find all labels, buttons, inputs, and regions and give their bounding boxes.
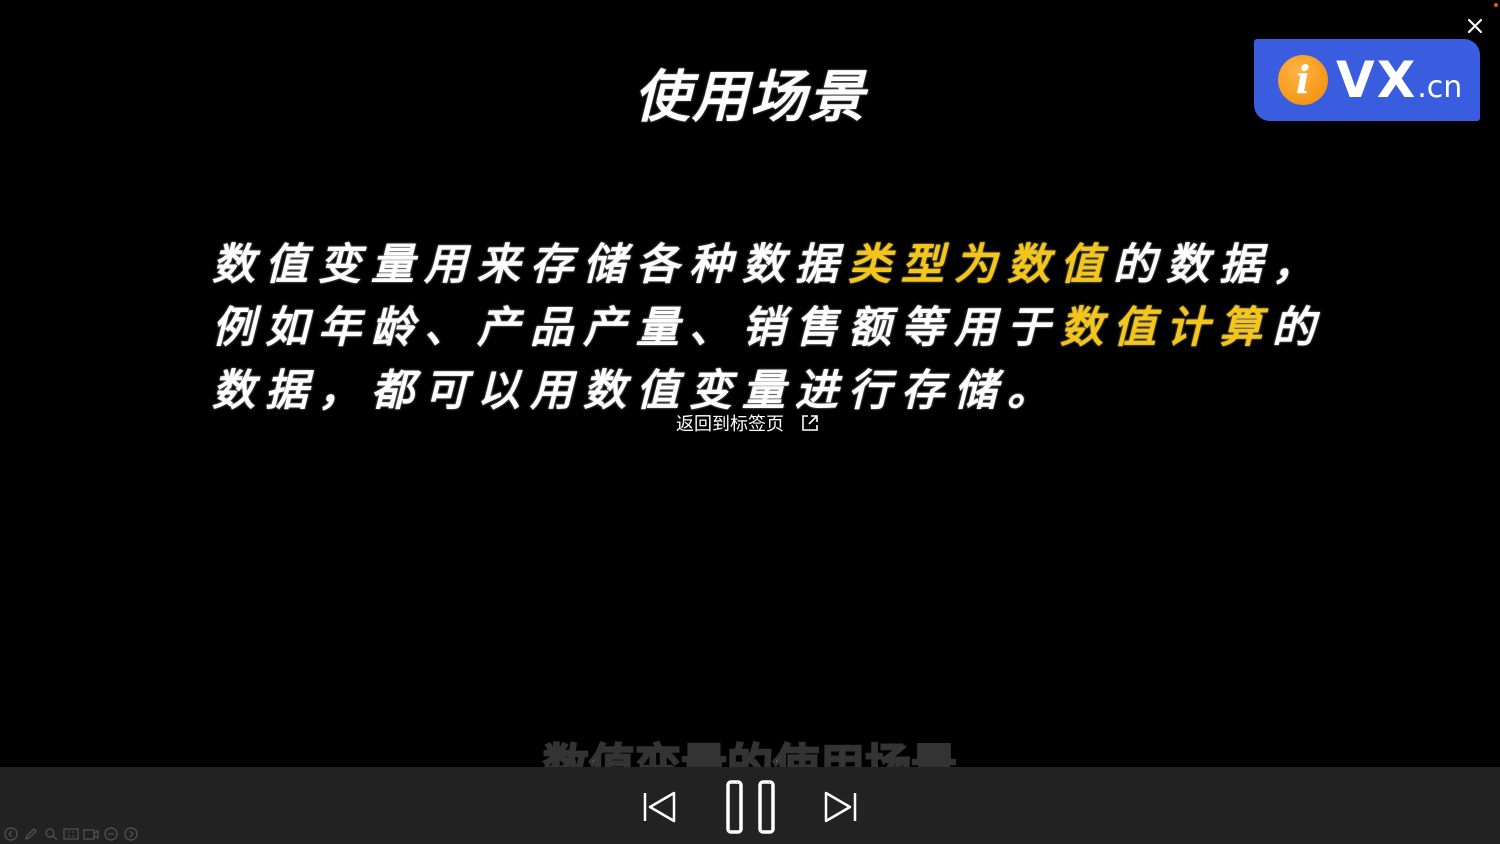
pause-button[interactable] bbox=[724, 779, 778, 839]
highlighted-text: 类型为数值 bbox=[848, 240, 1113, 290]
zoom-icon[interactable] bbox=[42, 826, 60, 842]
caption-icon[interactable] bbox=[62, 826, 80, 842]
forward-icon[interactable] bbox=[122, 826, 140, 842]
close-button[interactable] bbox=[1462, 13, 1488, 39]
slide-title: 使用场景 bbox=[634, 65, 866, 130]
close-icon bbox=[1467, 18, 1483, 34]
chat-icon[interactable] bbox=[102, 826, 120, 842]
next-icon bbox=[824, 791, 857, 823]
next-button[interactable] bbox=[820, 787, 860, 831]
return-label: 返回到标签页 bbox=[676, 414, 784, 435]
slide-paragraph: 数值变量用来存储各种数据类型为数值的数据，例如年龄、产品产量、销售额等用于数值计… bbox=[212, 234, 1372, 423]
highlighted-text: 数值计算 bbox=[1060, 303, 1272, 353]
previous-icon bbox=[643, 791, 676, 823]
pause-icon bbox=[726, 780, 775, 834]
player-controls bbox=[0, 767, 1500, 844]
back-icon[interactable] bbox=[2, 826, 20, 842]
paragraph-text: 数值变量用来存储各种数据 bbox=[212, 240, 848, 290]
camera-icon[interactable] bbox=[82, 826, 100, 842]
annotation-toolbar bbox=[2, 826, 140, 842]
return-to-tab-link[interactable]: 返回到标签页 bbox=[676, 410, 820, 436]
status-dot bbox=[1494, 3, 1498, 7]
pen-icon[interactable] bbox=[22, 826, 40, 842]
external-link-icon bbox=[802, 415, 818, 431]
previous-button[interactable] bbox=[640, 787, 680, 831]
